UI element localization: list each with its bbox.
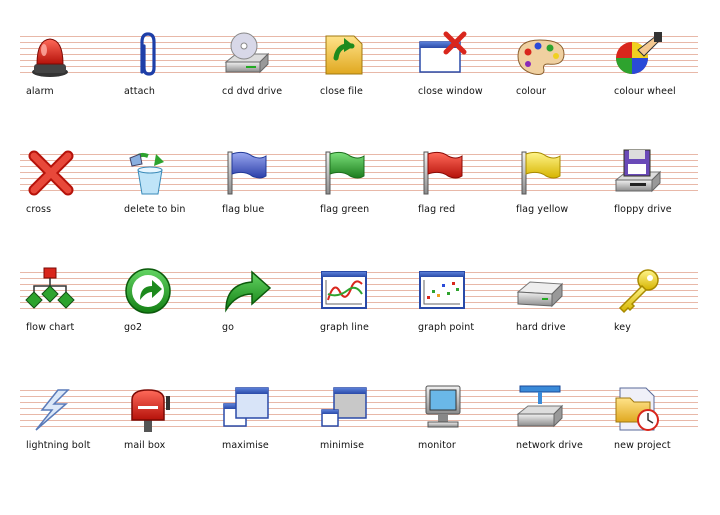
icon-label: flag yellow <box>516 204 569 215</box>
icon-label: cd dvd drive <box>222 86 283 97</box>
icon-row: lightning bolt mail box maximise minimise mo… <box>20 384 698 502</box>
colour-wheel-icon <box>610 28 670 84</box>
flag-yellow-icon <box>512 146 572 202</box>
go2-icon <box>120 264 180 320</box>
alarm-icon <box>22 28 82 84</box>
network-drive-icon <box>512 382 572 438</box>
graph-point-icon <box>414 264 474 320</box>
icon-label: close window <box>418 86 483 97</box>
icon-label: graph line <box>320 322 369 333</box>
flag-red-icon <box>414 146 474 202</box>
cd-drive-icon <box>218 28 278 84</box>
icon-label: flag green <box>320 204 370 215</box>
icon-label: flow chart <box>26 322 75 333</box>
icon-label: alarm <box>26 86 54 97</box>
icon-label: minimise <box>320 440 365 451</box>
icon-label: key <box>614 322 631 333</box>
hard-drive-icon <box>512 264 572 320</box>
icon-label: mail box <box>124 440 166 451</box>
flag-blue-icon <box>218 146 278 202</box>
recycle-bin-icon <box>120 146 180 202</box>
floppy-drive-icon <box>610 146 670 202</box>
icon-label: go2 <box>124 322 143 333</box>
lightning-bolt-icon <box>22 382 82 438</box>
monitor-icon <box>414 382 474 438</box>
key-icon <box>610 264 670 320</box>
icon-row: cross delete to bin flag blue flag green fla… <box>20 148 698 266</box>
palette-icon <box>512 28 572 84</box>
icon-label: monitor <box>418 440 456 451</box>
close-window-icon <box>414 28 474 84</box>
flow-chart-icon <box>22 264 82 320</box>
icon-row: flow chart go2 go graph line graph point hard… <box>20 266 698 384</box>
icon-row: alarm attach cd dvd drive close file close w… <box>20 30 698 148</box>
icon-label: floppy drive <box>614 204 672 215</box>
new-project-icon <box>610 382 670 438</box>
mailbox-icon <box>120 382 180 438</box>
icon-label: flag blue <box>222 204 265 215</box>
icon-label: maximise <box>222 440 269 451</box>
graph-line-icon <box>316 264 376 320</box>
icon-label: colour wheel <box>614 86 676 97</box>
cross-icon <box>22 146 82 202</box>
icon-label: go <box>222 322 235 333</box>
icon-label: graph point <box>418 322 475 333</box>
icon-label: colour <box>516 86 547 97</box>
minimise-icon <box>316 382 376 438</box>
paperclip-icon <box>120 28 180 84</box>
icon-label: network drive <box>516 440 583 451</box>
close-file-icon <box>316 28 376 84</box>
maximise-icon <box>218 382 278 438</box>
icon-label: attach <box>124 86 155 97</box>
icon-label: hard drive <box>516 322 566 333</box>
icon-label: close file <box>320 86 363 97</box>
flag-green-icon <box>316 146 376 202</box>
icon-label: delete to bin <box>124 204 186 215</box>
icon-label: lightning bolt <box>26 440 91 451</box>
icon-label: new project <box>614 440 671 451</box>
icon-label: cross <box>26 204 52 215</box>
icon-label: flag red <box>418 204 456 215</box>
go-arrow-icon <box>218 264 278 320</box>
